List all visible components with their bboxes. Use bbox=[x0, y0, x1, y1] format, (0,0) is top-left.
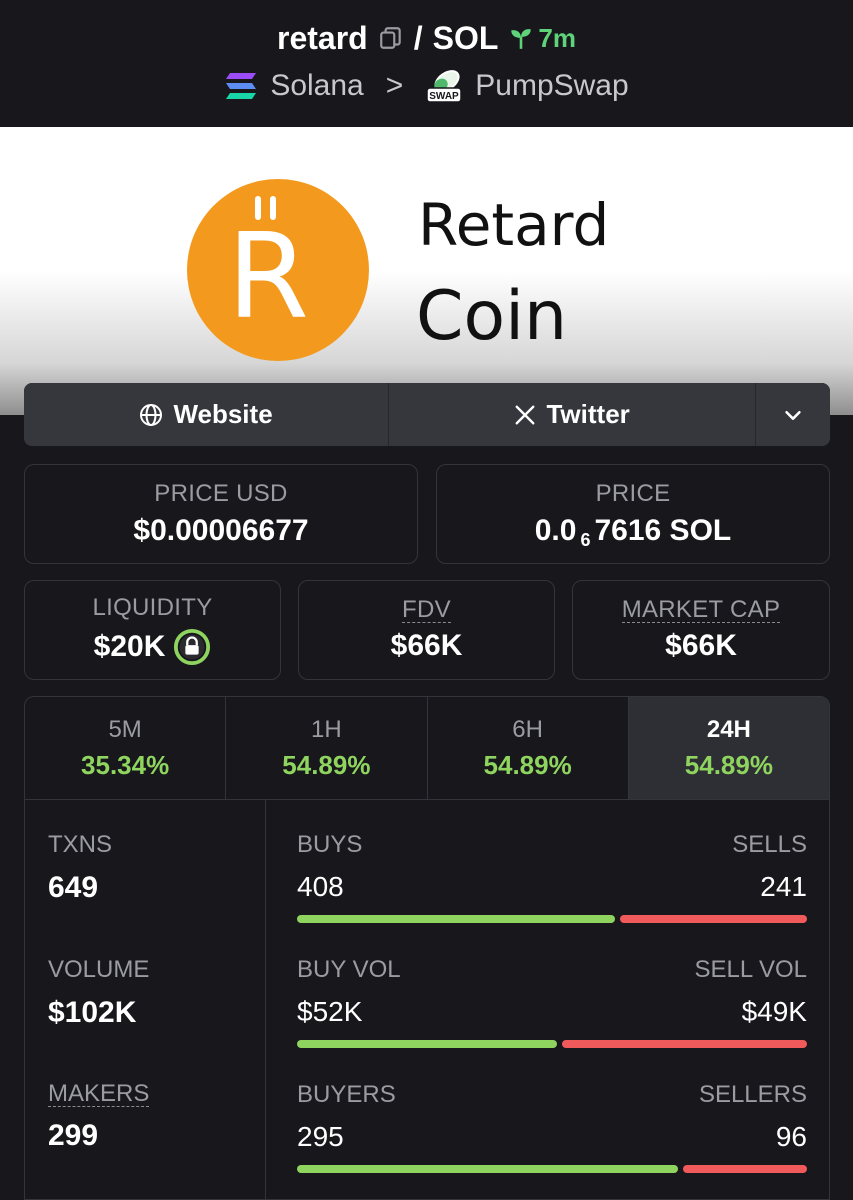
buyers-value: 295 bbox=[297, 1121, 344, 1152]
sells-value: 241 bbox=[760, 871, 807, 902]
price-usd-label: PRICE USD bbox=[154, 480, 288, 507]
price-native-value: 0.0 6 7616 SOL bbox=[534, 514, 732, 550]
tab-label: 5M bbox=[108, 715, 142, 743]
pair-age: 7m bbox=[508, 23, 576, 54]
buys-bar-fill bbox=[297, 915, 615, 923]
buy-vol-bar-fill bbox=[297, 1040, 557, 1048]
liquidity-label: LIQUIDITY bbox=[92, 594, 213, 621]
buyers-bar-fill bbox=[297, 1165, 678, 1173]
website-label: Website bbox=[173, 399, 273, 429]
sell-vol-value: $49K bbox=[741, 996, 807, 1027]
buyvol-sellvol-split: BUY VOL SELL VOL $52K $49K bbox=[297, 956, 807, 1048]
chevron-down-icon bbox=[785, 410, 801, 420]
market-cap-card: MARKET CAP $66K bbox=[572, 580, 830, 680]
banner-text-line2: Coin bbox=[416, 277, 567, 356]
tab-change: 35.34% bbox=[81, 749, 170, 780]
fdv-value: $66K bbox=[390, 629, 463, 663]
market-cap-label[interactable]: MARKET CAP bbox=[621, 597, 781, 624]
volume-label: VOLUME bbox=[48, 956, 150, 983]
chevron-right-icon: > bbox=[385, 69, 404, 102]
coin-logo-letter: R bbox=[227, 207, 309, 345]
sells-bar-fill bbox=[620, 915, 807, 923]
pair-header: retard / SOL 7m Solana > SWAP PumpSwap bbox=[0, 0, 853, 127]
quote-symbol: SOL bbox=[432, 19, 499, 56]
tab-label: 6H bbox=[512, 715, 543, 743]
token-symbol: retard bbox=[277, 19, 368, 56]
fdv-label[interactable]: FDV bbox=[402, 597, 451, 624]
volume-value: $102K bbox=[48, 996, 137, 1029]
trading-stats-panel: 5M 35.34% 1H 54.89% 6H 54.89% 24H 54.89%… bbox=[24, 696, 830, 1200]
x-logo-icon bbox=[516, 405, 535, 424]
buys-sells-bar bbox=[297, 915, 807, 923]
txns-value: 649 bbox=[48, 871, 99, 904]
makers-label[interactable]: MAKERS bbox=[48, 1081, 150, 1108]
price-native-label: PRICE bbox=[595, 480, 671, 507]
dex-link[interactable]: PumpSwap bbox=[475, 69, 628, 103]
txns-metric: TXNS 649 bbox=[48, 831, 112, 905]
price-native-zeros: 6 bbox=[580, 529, 591, 550]
tab-5m[interactable]: 5M 35.34% bbox=[25, 697, 227, 799]
sellers-value: 96 bbox=[775, 1121, 807, 1152]
price-native-card: PRICE 0.0 6 7616 SOL bbox=[436, 464, 830, 564]
price-native-suffix: 7616 SOL bbox=[594, 514, 732, 547]
copy-icon[interactable] bbox=[378, 25, 404, 51]
tab-24h[interactable]: 24H 54.89% bbox=[628, 697, 829, 799]
tab-label: 1H bbox=[311, 715, 342, 743]
buyers-bar bbox=[297, 1165, 807, 1173]
buys-sells-split: BUYS SELLS 408 241 bbox=[297, 831, 807, 923]
more-links-button[interactable] bbox=[756, 383, 830, 446]
market-cap-value: $66K bbox=[665, 629, 737, 663]
sprout-icon bbox=[511, 29, 532, 49]
chain-link[interactable]: Solana bbox=[270, 69, 363, 103]
globe-icon bbox=[140, 403, 163, 426]
tab-6h[interactable]: 6H 54.89% bbox=[428, 697, 629, 799]
price-native-prefix: 0.0 bbox=[534, 514, 577, 547]
price-usd-card: PRICE USD $0.00006677 bbox=[24, 464, 418, 564]
stats-summary-column: TXNS 649 VOLUME $102K MAKERS 299 bbox=[25, 799, 266, 1199]
buyers-sellers-split: BUYERS SELLERS 295 96 bbox=[297, 1081, 807, 1173]
tab-change: 54.89% bbox=[282, 749, 371, 780]
sell-vol-label: SELL VOL bbox=[694, 956, 807, 983]
pumpswap-logo-icon: SWAP bbox=[426, 70, 463, 103]
liquidity-value-row: $20K bbox=[94, 628, 212, 666]
twitter-label: Twitter bbox=[546, 399, 630, 429]
tab-label: 24H bbox=[706, 715, 751, 743]
twitter-button[interactable]: Twitter bbox=[389, 383, 757, 446]
txns-label: TXNS bbox=[48, 831, 113, 858]
banner-artwork: R Retard Coin bbox=[187, 179, 609, 361]
banner-text-line1: Retard bbox=[418, 191, 609, 259]
sellers-bar-fill bbox=[683, 1165, 807, 1173]
website-button[interactable]: Website bbox=[24, 383, 390, 446]
volume-metric: VOLUME $102K bbox=[48, 956, 149, 1030]
buy-vol-value: $52K bbox=[297, 996, 363, 1027]
breadcrumb: Solana > SWAP PumpSwap bbox=[0, 66, 853, 106]
pair-title: retard / SOL 7m bbox=[0, 18, 853, 58]
pumpswap-badge-text: SWAP bbox=[430, 91, 460, 102]
volume-bar bbox=[297, 1040, 807, 1048]
buy-vol-label: BUY VOL bbox=[297, 956, 401, 983]
buys-label: BUYS bbox=[297, 831, 363, 858]
sellers-label: SELLERS bbox=[698, 1081, 807, 1108]
price-usd-value: $0.00006677 bbox=[133, 514, 309, 547]
buyers-label: BUYERS bbox=[297, 1081, 396, 1108]
sells-label: SELLS bbox=[732, 831, 807, 858]
fdv-card: FDV $66K bbox=[298, 580, 555, 680]
liquidity-value: $20K bbox=[93, 630, 166, 663]
timeframe-tabs: 5M 35.34% 1H 54.89% 6H 54.89% 24H 54.89% bbox=[25, 697, 829, 800]
social-links-bar: Website Twitter bbox=[24, 383, 830, 446]
makers-metric: MAKERS 299 bbox=[48, 1081, 150, 1153]
tab-change: 54.89% bbox=[684, 749, 773, 780]
token-banner: R Retard Coin bbox=[0, 127, 853, 415]
pair-separator: / bbox=[413, 19, 423, 56]
buys-value: 408 bbox=[297, 871, 344, 902]
liquidity-card: LIQUIDITY $20K bbox=[24, 580, 281, 680]
tab-change: 54.89% bbox=[483, 749, 572, 780]
makers-value: 299 bbox=[48, 1119, 99, 1153]
solana-logo-icon bbox=[226, 73, 257, 99]
pair-age-value: 7m bbox=[538, 22, 576, 53]
lock-icon[interactable] bbox=[173, 628, 211, 666]
sell-vol-bar-fill bbox=[562, 1040, 807, 1048]
tab-1h[interactable]: 1H 54.89% bbox=[226, 697, 428, 799]
